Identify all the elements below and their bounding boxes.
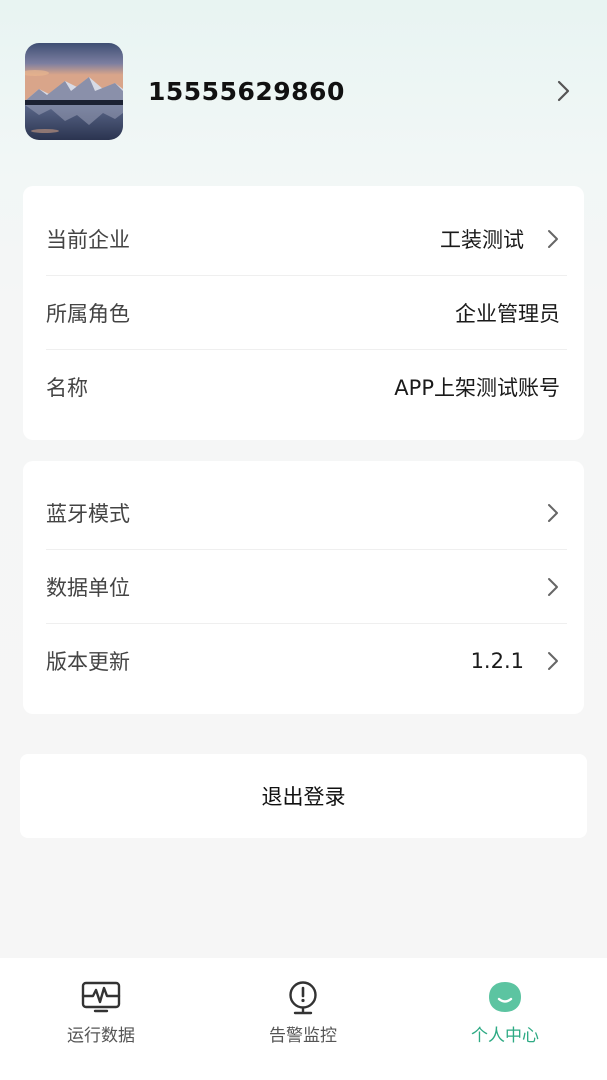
chevron-right-icon [546, 650, 560, 676]
row-value: APP上架测试账号 [394, 376, 560, 400]
bottom-tab-bar: 运行数据 告警监控 个人中心 [0, 958, 607, 1080]
row-current-enterprise[interactable]: 当前企业 工装测试 [23, 202, 584, 276]
row-label: 蓝牙模式 [46, 502, 130, 526]
waveform-monitor-icon [81, 980, 121, 1018]
tab-personal-center[interactable]: 个人中心 [404, 958, 606, 1058]
row-label: 版本更新 [46, 650, 130, 674]
chevron-right-icon [546, 576, 560, 602]
tab-label: 运行数据 [67, 1026, 135, 1046]
tab-alarm-monitor[interactable]: 告警监控 [202, 958, 404, 1058]
row-name: 名称 APP上架测试账号 [23, 350, 584, 424]
profile-header[interactable]: 15555629860 [0, 0, 607, 185]
row-data-unit[interactable]: 数据单位 [23, 550, 584, 624]
chevron-right-icon[interactable] [553, 79, 573, 107]
row-label: 名称 [46, 376, 88, 400]
personal-center-icon [487, 980, 523, 1018]
version-value: 1.2.1 [470, 649, 524, 673]
row-value: 企业管理员 [455, 302, 560, 326]
tab-label: 个人中心 [471, 1026, 539, 1046]
tab-label: 告警监控 [269, 1026, 337, 1046]
logout-button[interactable]: 退出登录 [20, 754, 587, 838]
row-value: 工装测试 [440, 228, 524, 252]
tab-running-data[interactable]: 运行数据 [0, 958, 202, 1058]
chevron-right-icon [546, 502, 560, 528]
phone-number: 15555629860 [148, 77, 345, 106]
row-label: 数据单位 [46, 576, 130, 600]
row-version-update[interactable]: 版本更新 1.2.1 [23, 624, 584, 698]
alarm-monitor-icon [286, 980, 320, 1020]
chevron-right-icon [546, 228, 560, 254]
row-role: 所属角色 企业管理员 [23, 276, 584, 350]
settings-card: 蓝牙模式 数据单位 版本更新 1.2.1 [23, 461, 584, 714]
row-bluetooth-mode[interactable]: 蓝牙模式 [23, 476, 584, 550]
row-label: 当前企业 [46, 228, 130, 252]
account-info-card: 当前企业 工装测试 所属角色 企业管理员 名称 APP上架测试账号 [23, 186, 584, 440]
row-label: 所属角色 [46, 302, 130, 326]
avatar[interactable] [25, 43, 123, 140]
